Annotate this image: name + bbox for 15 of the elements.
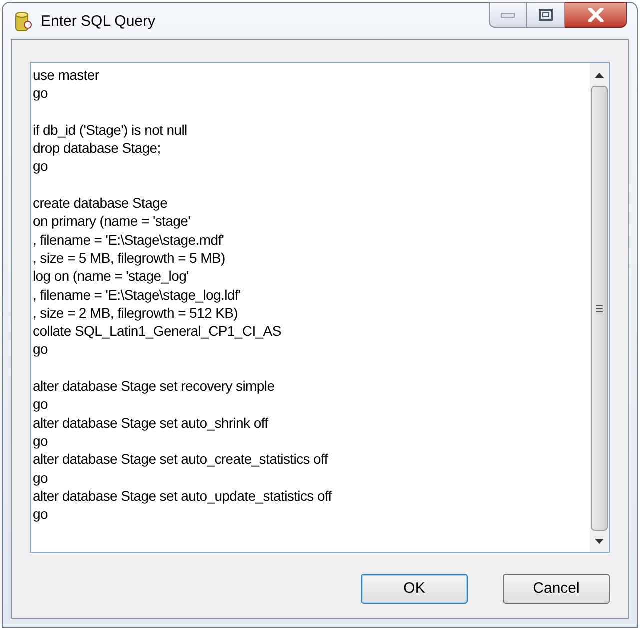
dialog-button[interactable]: Cancel <box>503 574 610 604</box>
minimize-icon <box>501 12 515 18</box>
close-icon <box>588 8 604 22</box>
grip-icon <box>596 304 603 312</box>
scroll-up-icon[interactable] <box>595 73 604 78</box>
maximize-button[interactable] <box>527 2 565 28</box>
scroll-down-icon[interactable] <box>595 539 604 544</box>
query-field[interactable]: use master go if db_id ('Stage') is not null drop database Stage; go create database Stage on primary (name = 'stage' , filename = 'E:\Stage\stage.mdf' , size = 5 MB, filegrowth = 5 MB) log on (name = 'stage_log' , filename = 'E:\Stage\stage_log.ldf' , size = 2 MB, filegrowth = 512 KB) collate SQL_Latin1_General_CP1_CI_AS go alter database Stage set recovery simple go alter database Stage set auto_shrink off go alter database Stage set auto_create_statistics off go alter database Stage set auto_update_statistics off go <box>30 62 610 553</box>
close-button[interactable] <box>565 2 627 28</box>
maximize-icon <box>538 9 552 21</box>
dialog-button[interactable]: OK <box>361 574 468 604</box>
window-title: Enter SQL Query <box>41 12 156 32</box>
scrollbar[interactable] <box>590 63 609 552</box>
scrollbar-thumb[interactable] <box>591 86 608 531</box>
database-icon <box>15 11 33 33</box>
